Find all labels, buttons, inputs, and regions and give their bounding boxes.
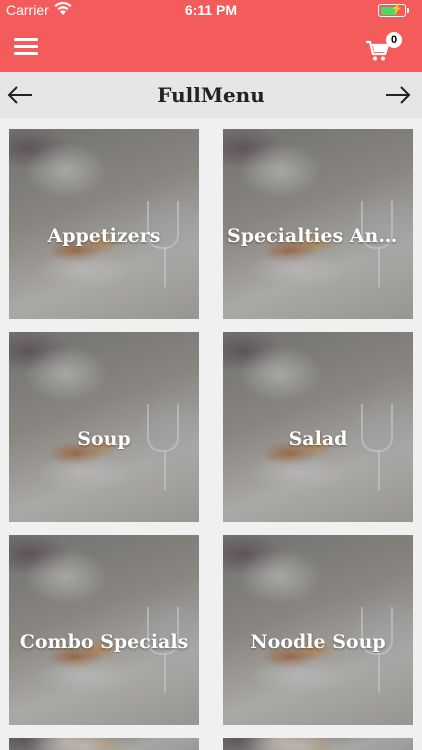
menu-tile-label: Appetizers xyxy=(47,225,161,247)
title-bar: FullMenu xyxy=(0,72,422,118)
menu-tile-salad[interactable]: Salad xyxy=(223,332,413,522)
menu-tile-label: Salad xyxy=(288,428,348,450)
cart-count-badge: 0 xyxy=(386,32,402,48)
menu-tile-label: Specialties And S... xyxy=(227,225,413,247)
menu-tile-label: Soup xyxy=(77,428,131,450)
menu-tile-partial[interactable] xyxy=(223,738,413,750)
menu-tile-combo-specials[interactable]: Combo Specials xyxy=(9,535,199,725)
forward-arrow-icon[interactable] xyxy=(384,82,412,108)
menu-tile-label: Noodle Soup xyxy=(250,631,386,653)
menu-tile-partial[interactable] xyxy=(9,738,199,750)
menu-tile-noodle-soup[interactable]: Noodle Soup xyxy=(223,535,413,725)
menu-tile-specialties[interactable]: Specialties And S... xyxy=(223,129,413,319)
menu-tile-soup[interactable]: Soup xyxy=(9,332,199,522)
menu-tile-appetizers[interactable]: Appetizers xyxy=(9,129,199,319)
status-bar: Carrier 6:11 PM ⚡ xyxy=(0,0,422,22)
clock: 6:11 PM xyxy=(184,2,238,18)
menu-icon[interactable] xyxy=(14,38,38,56)
app-header: Carrier 6:11 PM ⚡ 0 xyxy=(0,0,422,72)
battery-icon: ⚡ xyxy=(378,4,409,17)
cart-button[interactable]: 0 xyxy=(366,32,402,66)
page-title: FullMenu xyxy=(157,83,265,107)
menu-tile-label: Combo Specials xyxy=(19,631,189,653)
